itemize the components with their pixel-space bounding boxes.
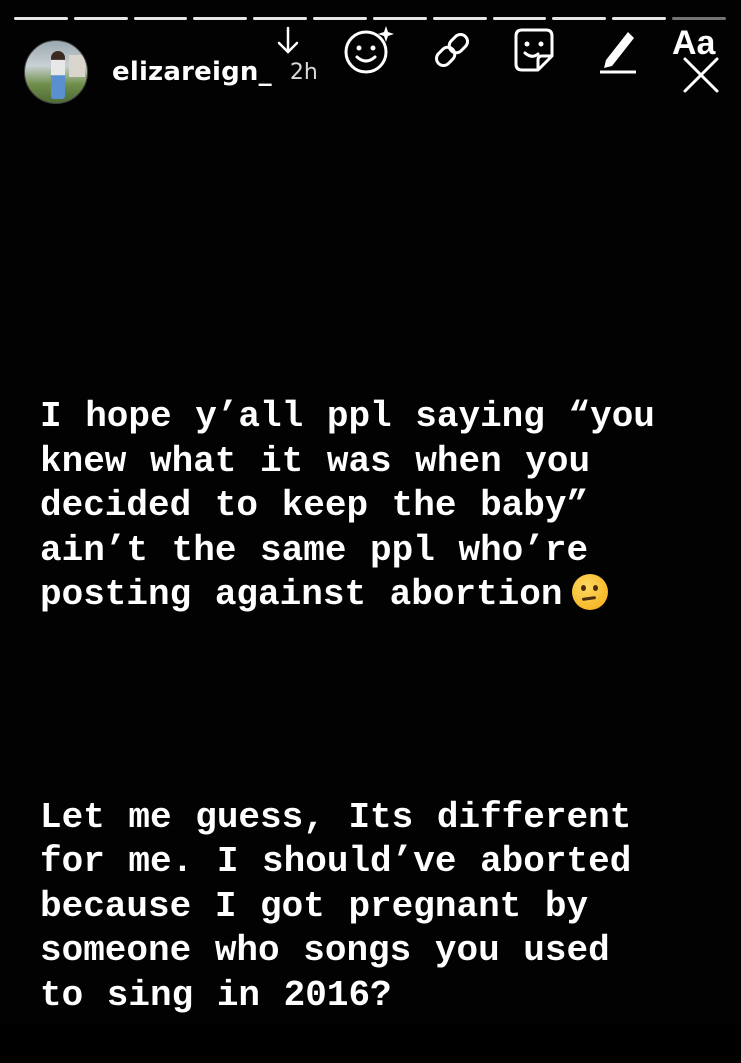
time-ago: 2h bbox=[289, 59, 318, 85]
story-progress-bar bbox=[14, 17, 726, 21]
thinking-face-emoji bbox=[572, 574, 609, 610]
sticker-icon[interactable] bbox=[342, 24, 398, 76]
progress-segment bbox=[492, 17, 547, 20]
progress-segment bbox=[672, 17, 726, 20]
close-icon bbox=[683, 57, 719, 93]
story-paragraph-1: I hope y’all ppl saying “you knew what i… bbox=[40, 395, 730, 618]
progress-segment bbox=[612, 17, 667, 20]
story-paragraph-1-text: I hope y’all ppl saying “you knew what i… bbox=[40, 396, 655, 615]
progress-segment bbox=[133, 17, 188, 20]
story-text: I hope y’all ppl saying “you knew what i… bbox=[40, 306, 730, 1063]
story-paragraph-2: Let me guess, Its different for me. I sh… bbox=[40, 796, 632, 1016]
avatar-background bbox=[69, 55, 85, 77]
progress-segment bbox=[313, 17, 367, 20]
progress-segment bbox=[73, 17, 128, 20]
progress-segment bbox=[193, 17, 248, 20]
progress-segment bbox=[253, 17, 308, 20]
download-icon[interactable] bbox=[274, 26, 302, 60]
link-icon[interactable] bbox=[430, 30, 474, 70]
username[interactable]: elizareign_ bbox=[112, 57, 272, 87]
face-sticker-icon[interactable] bbox=[510, 26, 558, 74]
progress-segment bbox=[14, 17, 68, 20]
progress-segment bbox=[432, 17, 487, 20]
avatar[interactable] bbox=[24, 40, 88, 104]
avatar-figure bbox=[51, 51, 65, 99]
draw-icon[interactable] bbox=[596, 26, 640, 74]
close-button[interactable] bbox=[682, 56, 720, 94]
progress-segment bbox=[552, 17, 607, 20]
progress-segment bbox=[372, 17, 427, 20]
